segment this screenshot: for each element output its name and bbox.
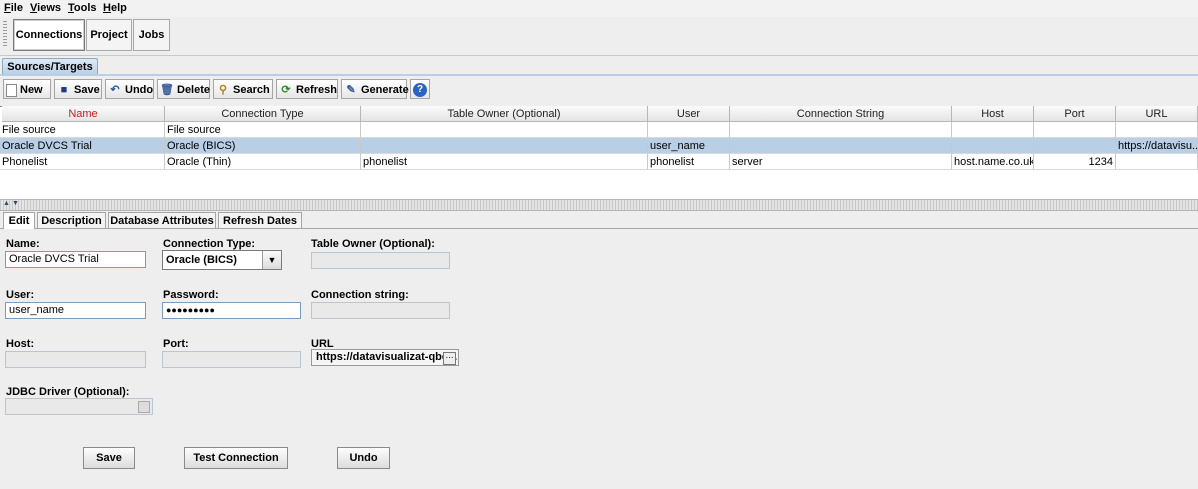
url-field[interactable]: https://datavisualizat-qbe... ⋯ <box>311 349 459 366</box>
tab-jobs[interactable]: Jobs <box>133 19 170 51</box>
port-field[interactable] <box>162 351 301 368</box>
cell-table-owner <box>361 138 648 154</box>
cell-user: phonelist <box>648 154 730 170</box>
password-field[interactable]: ●●●●●●●●● <box>162 302 301 319</box>
undo-form-button[interactable]: Undo <box>337 447 390 469</box>
refresh-button[interactable]: ⟳ Refresh <box>276 79 338 99</box>
browse-icon[interactable] <box>138 401 150 413</box>
password-label: Password: <box>163 289 219 301</box>
tab-refresh-dates[interactable]: Refresh Dates <box>218 212 302 228</box>
cell-name: Oracle DVCS Trial <box>0 138 165 154</box>
cell-connection-string: server <box>730 154 952 170</box>
cell-user: user_name <box>648 138 730 154</box>
cell-name: File source <box>0 122 165 138</box>
floppy-disk-icon: ■ <box>60 84 68 97</box>
search-icon: ⚲ <box>218 84 228 97</box>
menu-bar: File Views Tools Help <box>0 0 1198 17</box>
cell-user <box>648 122 730 138</box>
cell-url: https://datavisu... <box>1116 138 1198 154</box>
table-row[interactable]: File source File source <box>0 122 1198 138</box>
collapse-down-arrow-icon[interactable]: ▼ <box>12 200 19 207</box>
cell-host: host.name.co.uk <box>952 154 1034 170</box>
tab-edit[interactable]: Edit <box>3 212 35 229</box>
refresh-icon: ⟳ <box>281 84 291 97</box>
host-label: Host: <box>6 338 35 350</box>
column-header-port[interactable]: Port <box>1034 106 1116 122</box>
cell-table-owner <box>361 122 648 138</box>
connection-string-label: Connection string: <box>311 289 409 301</box>
menu-tools[interactable]: Tools <box>68 2 97 14</box>
pen-icon: ✎ <box>346 84 356 97</box>
undo-button[interactable]: ↶ Undo <box>105 79 154 99</box>
column-header-host[interactable]: Host <box>952 106 1034 122</box>
jdbc-driver-label: JDBC Driver (Optional): <box>6 386 130 398</box>
trash-icon: 🗑 <box>160 84 174 97</box>
table-owner-label: Table Owner (Optional): <box>311 238 435 250</box>
new-button[interactable]: New <box>3 79 51 99</box>
subtab-underline <box>0 74 1198 76</box>
tab-description[interactable]: Description <box>37 212 106 228</box>
cell-connection-type: File source <box>165 122 361 138</box>
cell-url <box>1116 122 1198 138</box>
help-button[interactable]: ? <box>410 79 430 99</box>
host-field[interactable] <box>5 351 146 368</box>
column-header-user[interactable]: User <box>648 106 730 122</box>
column-header-url[interactable]: URL <box>1116 106 1198 122</box>
menu-views[interactable]: Views <box>30 2 61 14</box>
toolbar-grip-handle[interactable] <box>3 21 7 47</box>
column-header-table-owner[interactable]: Table Owner (Optional) <box>361 106 648 122</box>
url-value: https://datavisualizat-qbe... <box>316 351 458 363</box>
tab-connections[interactable]: Connections <box>13 19 85 51</box>
cell-host <box>952 138 1034 154</box>
undo-icon: ↶ <box>110 84 120 97</box>
test-connection-button[interactable]: Test Connection <box>184 447 288 469</box>
cell-name: Phonelist <box>0 154 165 170</box>
new-document-icon <box>6 83 17 97</box>
connection-type-label: Connection Type: <box>163 238 256 250</box>
top-tab-bar <box>0 17 1198 56</box>
cell-port: 1234 <box>1034 154 1116 170</box>
cell-connection-type: Oracle (BICS) <box>165 138 361 154</box>
cell-host <box>952 122 1034 138</box>
generate-button[interactable]: ✎ Generate <box>341 79 409 99</box>
column-header-connection-string[interactable]: Connection String <box>730 106 952 122</box>
jdbc-driver-field[interactable] <box>5 398 153 415</box>
user-label: User: <box>6 289 35 301</box>
cell-url <box>1116 154 1198 170</box>
cell-connection-string <box>730 122 952 138</box>
port-label: Port: <box>163 338 189 350</box>
cell-connection-type: Oracle (Thin) <box>165 154 361 170</box>
menu-file[interactable]: File <box>4 2 23 14</box>
name-field[interactable]: Oracle DVCS Trial <box>5 251 146 268</box>
collapse-up-arrow-icon[interactable]: ▲ <box>3 200 10 207</box>
name-label: Name: <box>6 238 40 250</box>
split-pane-divider[interactable] <box>0 199 1198 211</box>
save-form-button[interactable]: Save <box>83 447 135 469</box>
search-button[interactable]: ⚲ Search <box>213 79 273 99</box>
table-row-selected[interactable]: Oracle DVCS Trial Oracle (BICS) user_nam… <box>0 138 1198 154</box>
tab-sources-targets[interactable]: Sources/Targets <box>2 58 98 75</box>
edit-url-icon[interactable]: ⋯ <box>443 352 456 365</box>
chevron-down-icon[interactable]: ▼ <box>262 251 281 269</box>
cell-port <box>1034 122 1116 138</box>
column-header-connection-type[interactable]: Connection Type <box>165 106 361 122</box>
connection-type-select[interactable]: Oracle (BICS) ▼ <box>162 250 282 270</box>
connection-type-value: Oracle (BICS) <box>166 254 237 266</box>
cell-connection-string <box>730 138 952 154</box>
delete-button[interactable]: 🗑 Delete <box>157 79 210 99</box>
table-row[interactable]: Phonelist Oracle (Thin) phonelist phonel… <box>0 154 1198 170</box>
tab-database-attributes[interactable]: Database Attributes <box>108 212 216 228</box>
cell-table-owner: phonelist <box>361 154 648 170</box>
cell-port <box>1034 138 1116 154</box>
help-icon: ? <box>413 83 427 98</box>
menu-help[interactable]: Help <box>103 2 127 14</box>
connection-string-field[interactable] <box>311 302 450 319</box>
save-button[interactable]: ■ Save <box>54 79 102 99</box>
column-header-name[interactable]: Name <box>2 106 165 122</box>
user-field[interactable]: user_name <box>5 302 146 319</box>
tab-project[interactable]: Project <box>86 19 132 51</box>
table-owner-field[interactable] <box>311 252 450 269</box>
